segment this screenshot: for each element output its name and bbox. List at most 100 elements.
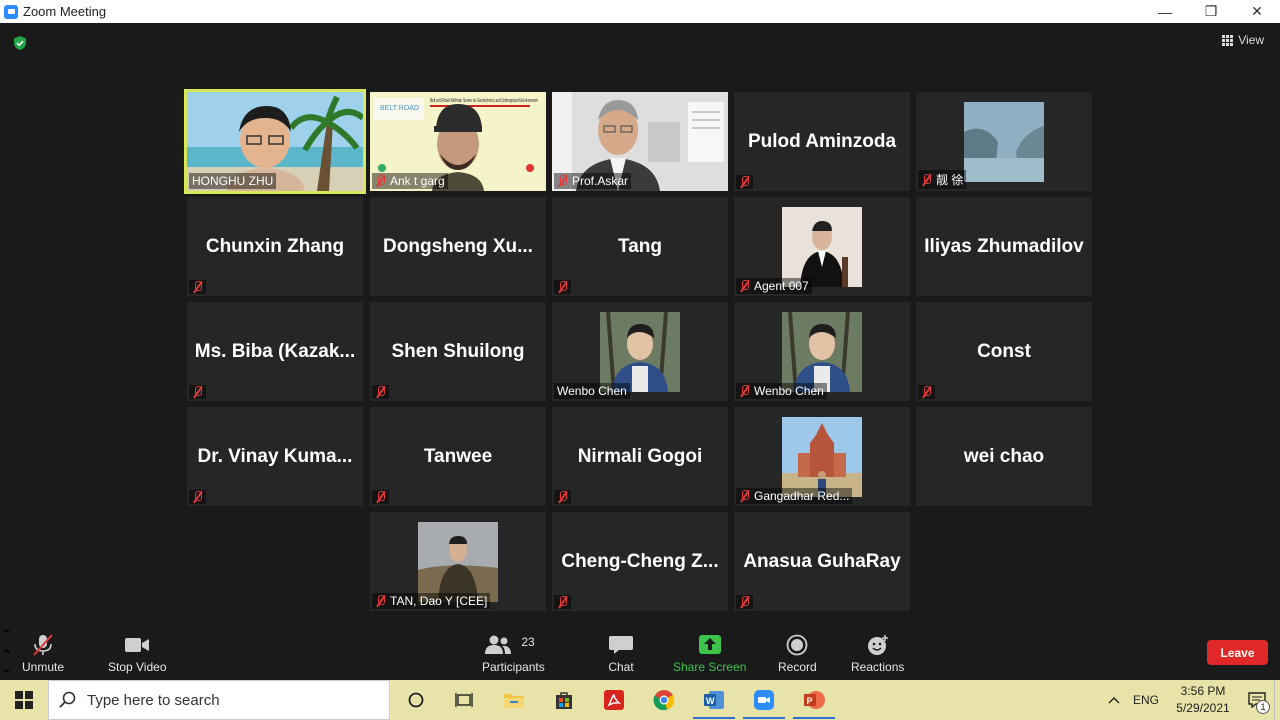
mic-muted-icon [739,490,750,502]
mic-muted-icon [375,175,386,187]
participant-label: TAN, Dao Y [CEE] [372,593,491,609]
shield-icon[interactable] [12,35,28,51]
mic-muted-icon [739,280,750,292]
participant-tile[interactable]: Const [916,302,1092,401]
mic-muted-icon [375,595,386,607]
participant-tile[interactable]: Anasua GuhaRay [734,512,910,611]
participant-tile[interactable]: Wenbo Chen [552,302,728,401]
show-desktop-button[interactable] [1274,680,1280,720]
participant-name: Nirmali Gogoi [577,445,703,467]
search-placeholder: Type here to search [87,691,220,709]
participant-label: 靓 徐 [918,170,967,189]
system-clock[interactable]: 3:56 PM 5/29/2021 [1166,683,1240,717]
powerpoint-button[interactable]: P [789,680,839,720]
participant-label: HONGHU ZHU [189,173,277,189]
participant-label [554,595,571,609]
clock-date: 5/29/2021 [1176,701,1230,715]
stop-video-button[interactable]: Stop Video [108,634,167,674]
chrome-button[interactable] [639,680,689,720]
view-button[interactable]: View [1222,33,1264,47]
participant-name: Dr. Vinay Kuma... [197,445,353,467]
unmute-label: Unmute [22,660,65,674]
windows-taskbar: Type here to search W P ENG 3:56 PM 5/29… [0,680,1280,720]
participant-label [372,385,389,399]
participant-tile[interactable]: Agent 007 [734,197,910,296]
minimize-button[interactable]: — [1142,0,1188,23]
taskbar-search-box[interactable]: Type here to search [48,680,390,720]
participant-label [554,490,571,504]
participant-tile[interactable]: 靓 徐 [916,92,1092,191]
participant-tile[interactable]: Ms. Biba (Kazak... [187,302,363,401]
participant-label: Wenbo Chen [554,383,630,399]
participant-tile[interactable]: Tanwee [370,407,546,506]
participant-tile[interactable]: Iliyas Zhumadilov [916,197,1092,296]
chrome-browser-icon [653,690,675,711]
audio-options-caret-icon[interactable]: ⌃ [0,626,1280,646]
leave-button[interactable]: Leave [1207,640,1268,665]
participant-name: Ms. Biba (Kazak... [194,340,356,362]
participant-tile[interactable]: Pulod Aminzoda [734,92,910,191]
word-button[interactable]: W [689,680,739,720]
participant-tile[interactable]: Dongsheng Xu... [370,197,546,296]
participant-tile[interactable]: Shen Shuilong [370,302,546,401]
participant-name: Pulod Aminzoda [747,130,897,152]
windows-logo-icon [15,691,33,709]
task-view-button[interactable] [439,680,489,720]
participant-name: Chunxin Zhang [205,235,345,257]
participant-name: Iliyas Zhumadilov [924,235,1084,257]
participant-tile[interactable]: BELT ROAD Belt and Road Webinar Series o… [370,92,546,191]
reactions-button[interactable]: Reactions [851,634,904,674]
participant-label [736,595,753,609]
participant-tile[interactable]: Cheng-Cheng Z... [552,512,728,611]
participant-tile[interactable]: Prof.Askar [552,92,728,191]
start-button[interactable] [0,680,48,720]
mic-muted-icon [375,491,386,503]
title-bar: Zoom Meeting — ❐ ✕ [0,0,1280,23]
participant-label: Prof.Askar [554,173,632,189]
participant-label: Gangadhar Red... [736,488,853,504]
participant-tile[interactable]: wei chao [916,407,1092,506]
system-tray: ENG 3:56 PM 5/29/2021 1 [1102,680,1280,720]
participant-tile[interactable]: Gangadhar Red... [734,407,910,506]
participant-tile[interactable]: Tang [552,197,728,296]
participant-name: Dongsheng Xu... [383,235,533,257]
participant-name: wei chao [963,445,1045,467]
zoom-app-icon [754,690,774,710]
profile-photo [782,417,862,497]
record-button[interactable]: Record [778,634,817,674]
show-hidden-icons-button[interactable] [1102,696,1126,704]
share-screen-button[interactable]: Share Screen [673,634,746,674]
participant-tile[interactable]: Chunxin Zhang [187,197,363,296]
restore-button[interactable]: ❐ [1188,0,1234,23]
participant-tile[interactable]: HONGHU ZHU [184,89,366,194]
acrobat-button[interactable] [589,680,639,720]
participant-label [918,385,935,399]
close-button[interactable]: ✕ [1234,0,1280,23]
action-center-button[interactable]: 1 [1240,680,1274,720]
chat-button[interactable]: Chat [607,634,635,674]
participant-label [736,175,753,189]
video-options-caret-icon[interactable]: ⌃ [0,646,1280,666]
participant-tile[interactable]: Wenbo Chen [734,302,910,401]
store-button[interactable] [539,680,589,720]
chevron-up-icon [1108,697,1120,704]
zoom-taskbar-button[interactable] [739,680,789,720]
chat-bubble-icon [609,636,633,654]
search-icon [59,691,76,708]
record-icon [786,634,808,656]
participants-button[interactable]: 23 Participants [482,634,545,674]
participant-tile[interactable]: TAN, Dao Y [CEE] [370,512,546,611]
participant-label: Agent 007 [736,278,812,294]
participant-tile[interactable]: Dr. Vinay Kuma... [187,407,363,506]
input-language[interactable]: ENG [1126,693,1166,707]
participant-name: Cheng-Cheng Z... [561,550,719,572]
file-explorer-button[interactable] [489,680,539,720]
cortana-button[interactable] [391,680,441,720]
participant-label: Ank t garg [372,173,448,189]
mic-muted-icon [921,173,932,186]
cortana-circle-icon [408,692,424,708]
mic-muted-icon [739,176,750,188]
unmute-button[interactable]: Unmute [22,634,64,674]
reactions-label: Reactions [851,660,905,674]
participant-tile[interactable]: Nirmali Gogoi [552,407,728,506]
